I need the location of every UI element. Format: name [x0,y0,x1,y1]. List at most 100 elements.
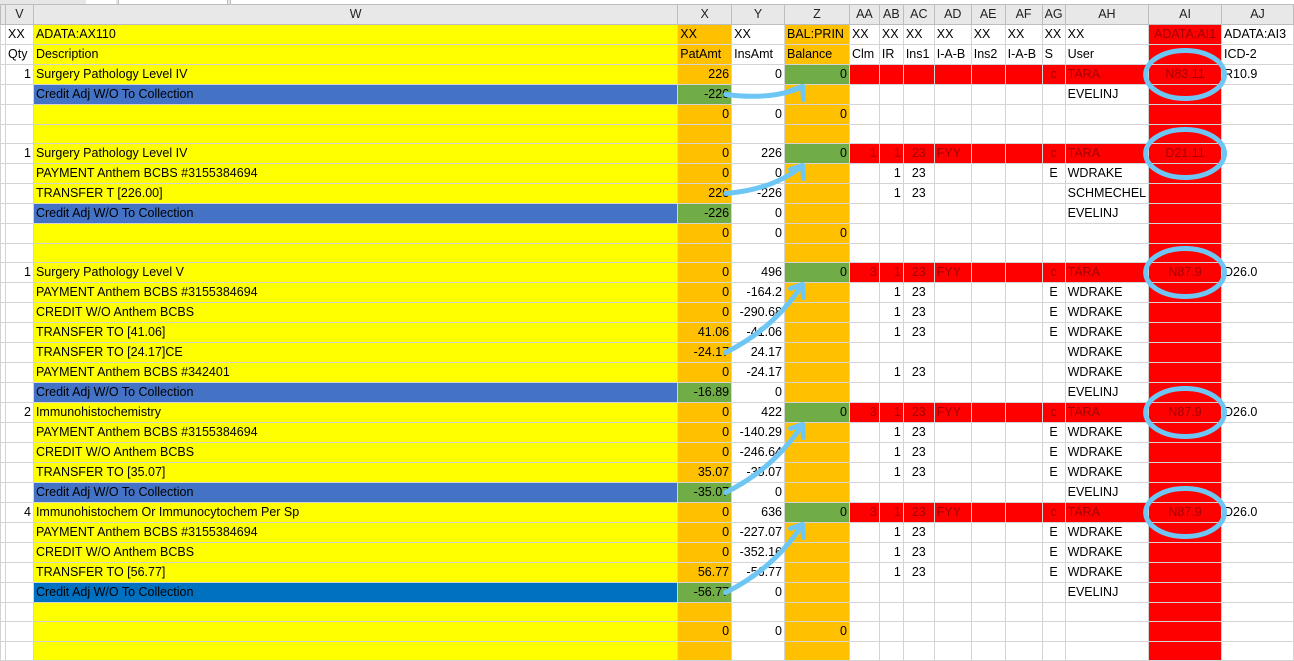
cell-ac[interactable]: XX [902,24,935,45]
cell-ab[interactable] [878,84,904,105]
cell-aa[interactable] [848,602,880,622]
cell-y[interactable]: -41.06 [731,322,785,343]
cell-aj[interactable] [1221,183,1294,204]
cell-x[interactable] [677,602,733,622]
cell-af[interactable] [1004,582,1043,603]
cell-w[interactable]: Credit Adj W/O To Collection [32,203,679,224]
cell-v[interactable] [5,582,34,603]
cell-v[interactable] [5,562,34,583]
cell-aj[interactable] [1221,104,1294,125]
cell-x[interactable]: 226 [677,183,733,204]
cell-w[interactable]: TRANSFER T [226.00] [32,183,679,204]
column-header-aj[interactable]: AJ [1221,4,1294,25]
cell-y[interactable] [731,602,785,622]
cell-ad[interactable] [933,183,972,204]
cell-ah[interactable] [1064,602,1150,622]
cell-ae[interactable] [970,203,1006,224]
cell-aa[interactable] [848,183,880,204]
cell-ag[interactable] [1041,602,1066,622]
cell-x[interactable]: 0 [677,542,733,563]
cell-v[interactable] [5,302,34,323]
cell-ad[interactable]: FYY [933,402,972,423]
cell-z[interactable] [784,302,850,323]
cell-ab[interactable]: 1 [878,522,904,543]
cell-ag[interactable] [1041,362,1066,383]
cell-x[interactable]: 0 [677,442,733,463]
cell-ad[interactable]: FYY [933,143,972,164]
cell-ad[interactable]: I-A-B [933,44,972,65]
cell-ai[interactable] [1148,302,1223,323]
cell-ah[interactable]: WDRAKE [1064,522,1150,543]
cell-ad[interactable] [933,422,972,443]
cell-aj[interactable] [1221,442,1294,463]
cell-af[interactable] [1004,322,1043,343]
cell-ai[interactable] [1148,462,1223,483]
cell-af[interactable] [1004,183,1043,204]
cell-ah[interactable]: TARA [1064,143,1150,164]
cell-ag[interactable]: E [1041,302,1066,323]
cell-aj[interactable] [1221,562,1294,583]
cell-w[interactable]: TRANSFER TO [35.07] [32,462,679,483]
cell-ac[interactable]: 23 [902,302,935,323]
cell-y[interactable]: -352.16 [731,542,785,563]
cell-ah[interactable] [1064,223,1150,244]
cell-ac[interactable] [902,124,935,144]
cell-ac[interactable]: 23 [902,322,935,343]
cell-v[interactable] [5,621,34,642]
cell-ag[interactable]: c [1041,64,1066,85]
cell-x[interactable]: 41.06 [677,322,733,343]
cell-x[interactable]: -226 [677,203,733,224]
cell-ad[interactable] [933,104,972,125]
cell-z[interactable] [784,562,850,583]
cell-v[interactable] [5,183,34,204]
cell-ab[interactable]: 1 [878,362,904,383]
cell-ac[interactable] [902,482,935,503]
cell-y[interactable]: 0 [731,203,785,224]
cell-w[interactable] [32,602,679,622]
cell-x[interactable]: 0 [677,223,733,244]
cell-y[interactable]: -227.07 [731,522,785,543]
cell-y[interactable]: -35.07 [731,462,785,483]
cell-aj[interactable] [1221,243,1294,263]
cell-ah[interactable]: SCHMECHEL [1064,183,1150,204]
cell-v[interactable]: 1 [5,64,34,85]
cell-ac[interactable] [902,243,935,263]
cell-ac[interactable]: 23 [902,442,935,463]
cell-z[interactable] [784,243,850,263]
cell-x[interactable]: 0 [677,143,733,164]
cell-ah[interactable]: TARA [1064,64,1150,85]
cell-ad[interactable] [933,203,972,224]
cell-af[interactable] [1004,362,1043,383]
cell-w[interactable]: PAYMENT Anthem BCBS #3155384694 [32,522,679,543]
cell-ab[interactable] [878,482,904,503]
cell-z[interactable] [784,282,850,303]
cell-af[interactable] [1004,462,1043,483]
cell-w[interactable]: TRANSFER TO [24.17]CE [32,342,679,363]
cell-ag[interactable]: E [1041,442,1066,463]
column-header-ad[interactable]: AD [933,4,972,25]
cell-aj[interactable] [1221,602,1294,622]
cell-ag[interactable] [1041,124,1066,144]
cell-y[interactable]: -246.64 [731,442,785,463]
cell-ad[interactable] [933,124,972,144]
cell-w[interactable]: CREDIT W/O Anthem BCBS [32,302,679,323]
cell-z[interactable]: BAL:PRIN [784,24,850,45]
cell-x[interactable]: 0 [677,163,733,184]
cell-ag[interactable]: S [1041,44,1066,65]
cell-af[interactable] [1004,542,1043,563]
cell-z[interactable] [784,442,850,463]
cell-y[interactable]: 496 [731,262,785,283]
cell-y[interactable]: -290.68 [731,302,785,323]
cell-ai[interactable] [1148,203,1223,224]
cell-w[interactable]: Immunohistochemistry [32,402,679,423]
cell-ai[interactable] [1148,621,1223,642]
cell-w[interactable]: Surgery Pathology Level IV [32,143,679,164]
column-header-y[interactable]: Y [731,4,785,25]
cell-x[interactable]: PatAmt [677,44,733,65]
cell-ab[interactable]: 1 [878,542,904,563]
cell-z[interactable] [784,342,850,363]
cell-x[interactable]: -24.17 [677,342,733,363]
cell-ae[interactable] [970,482,1006,503]
cell-w[interactable]: PAYMENT Anthem BCBS #3155384694 [32,422,679,443]
cell-ag[interactable] [1041,621,1066,642]
